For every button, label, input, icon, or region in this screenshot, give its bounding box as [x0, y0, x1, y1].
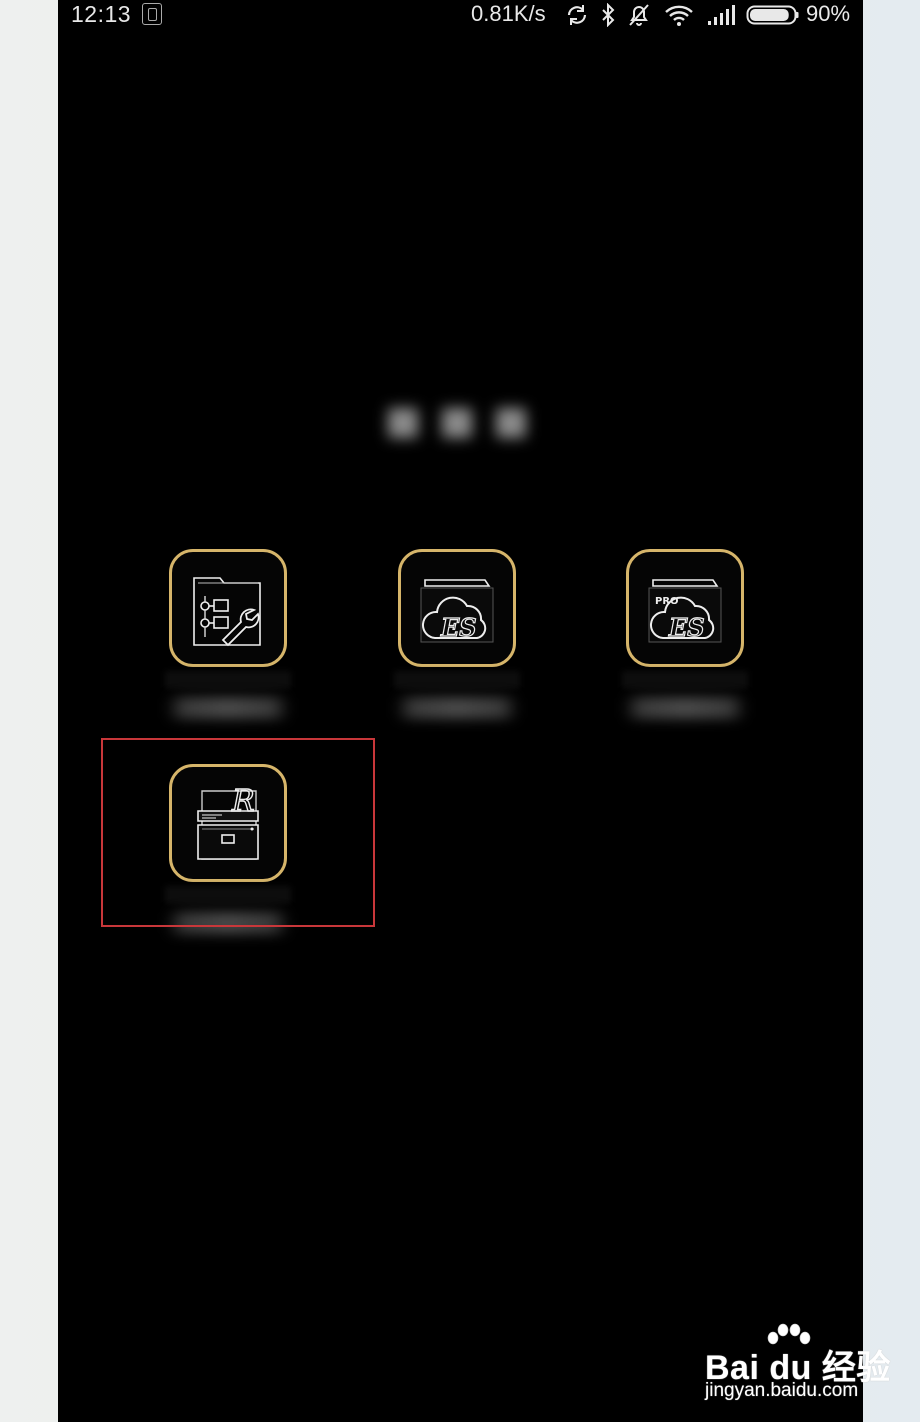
status-time: 12:13: [71, 1, 132, 27]
file-manager-tools-icon[interactable]: [169, 549, 287, 667]
es-file-explorer-pro-icon[interactable]: PRO ES: [626, 549, 744, 667]
app-label: [165, 697, 291, 719]
signal-icon: [708, 5, 735, 25]
battery-icon: [746, 5, 799, 25]
watermark-url: jingyan.baidu.com: [705, 1380, 859, 1401]
app-label: [622, 697, 748, 719]
svg-text:ES: ES: [668, 613, 705, 642]
sim-icon: [142, 3, 162, 25]
sync-icon: [567, 5, 587, 25]
battery-percent: 90%: [806, 1, 851, 26]
phone-screen: 12:13 0.81K/s 90% ES PRO ES R: [58, 0, 863, 1422]
network-speed: 0.81K/s: [471, 1, 546, 26]
baidu-watermark: Bai du 经验 jingyan.baidu.com: [703, 1322, 920, 1422]
svg-text:ES: ES: [440, 613, 477, 642]
wifi-icon: [665, 5, 693, 26]
es-file-explorer-icon[interactable]: ES: [398, 549, 516, 667]
highlight-annotation-box: [101, 738, 375, 927]
app-label: [394, 697, 520, 719]
battery-fill: [750, 9, 789, 21]
folder-title: [378, 400, 538, 446]
alarm-off-icon: [629, 4, 649, 26]
status-bar: 12:13 0.81K/s 90%: [58, 0, 863, 32]
screenshot-canvas: 12:13 0.81K/s 90% ES PRO ES R Bai du 经验 …: [0, 0, 920, 1422]
bluetooth-icon: [602, 3, 615, 27]
